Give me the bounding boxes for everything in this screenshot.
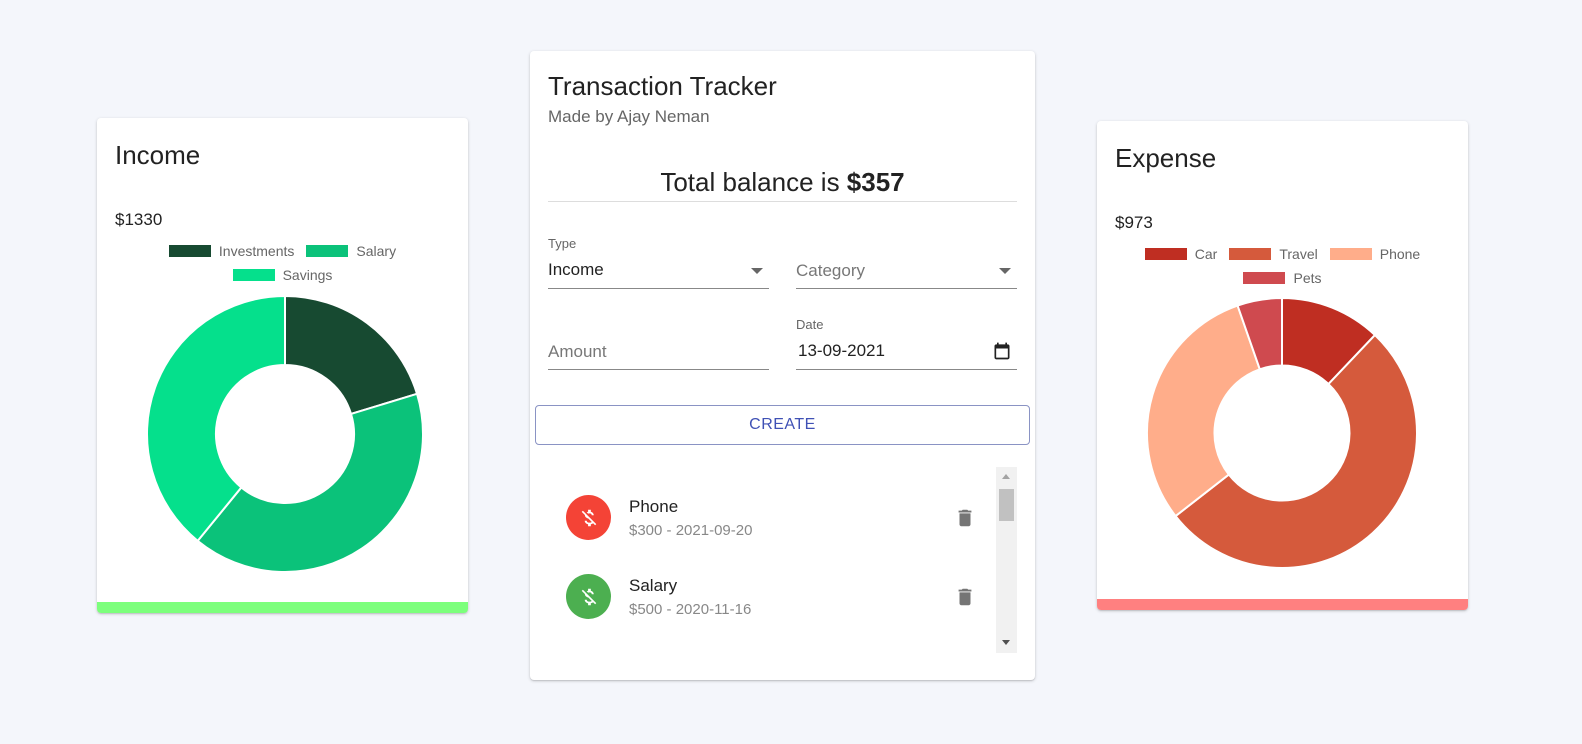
expense-bottom-bar [1097, 599, 1468, 610]
legend-item-car[interactable]: Car [1144, 246, 1218, 262]
scroll-up-arrow-icon[interactable] [1002, 474, 1010, 479]
list-item[interactable]: Phone $300 - 2021-09-20 [548, 485, 988, 555]
legend-label: Salary [356, 243, 397, 259]
legend-item-savings[interactable]: Savings [232, 267, 333, 283]
item-title: Salary [629, 576, 678, 595]
expense-amount: $973 [1115, 213, 1153, 232]
income-avatar [566, 574, 611, 619]
page-title: Transaction Tracker [548, 71, 777, 101]
category-select[interactable]: Category [796, 231, 1017, 289]
delete-icon[interactable] [954, 584, 976, 610]
transaction-list[interactable]: Phone $300 - 2021-09-20 Salary $500 - 20… [548, 467, 1017, 653]
transaction-tracker-card: Transaction Tracker Made by Ajay Neman T… [530, 51, 1035, 680]
income-legend: Investments Salary Savings [97, 239, 468, 287]
total-balance: Total balance is $357 [548, 167, 1017, 198]
type-select[interactable]: Type Income [548, 231, 769, 289]
legend-swatch [1144, 248, 1187, 260]
income-title: Income [115, 140, 201, 170]
balance-prefix: Total balance is [660, 167, 847, 197]
item-title: Phone [629, 497, 679, 516]
expense-card: Expense $973 Car Travel Phone Pets [1097, 121, 1468, 610]
donut-slice-phone[interactable] [1146, 304, 1262, 518]
list-scrollbar[interactable] [996, 467, 1017, 653]
date-input[interactable]: Date 13-09-2021 [796, 313, 1017, 370]
expense-title: Expense [1115, 143, 1217, 173]
create-button[interactable]: CREATE [535, 405, 1030, 445]
page-subtitle: Made by Ajay Neman [548, 107, 710, 126]
income-amount: $1330 [115, 210, 163, 229]
legend-label: Phone [1379, 246, 1421, 262]
legend-label: Pets [1293, 270, 1322, 286]
amount-placeholder: Amount [548, 342, 607, 361]
expense-avatar [566, 495, 611, 540]
expense-legend: Car Travel Phone Pets [1097, 242, 1468, 290]
legend-label: Savings [282, 267, 333, 283]
category-placeholder: Category [796, 261, 865, 280]
money-off-icon [581, 588, 596, 605]
legend-swatch [306, 245, 349, 257]
scroll-thumb[interactable] [999, 489, 1014, 521]
chevron-down-icon [999, 268, 1011, 274]
legend-item-travel[interactable]: Travel [1229, 246, 1318, 262]
income-donut-chart [146, 295, 424, 573]
item-detail: $500 - 2020-11-16 [629, 601, 752, 618]
chevron-down-icon [751, 268, 763, 274]
type-label: Type [548, 236, 577, 251]
legend-swatch [1243, 272, 1286, 284]
income-bottom-bar [97, 602, 468, 613]
balance-value: $357 [846, 167, 905, 197]
expense-donut-chart [1146, 297, 1418, 569]
divider [548, 201, 1017, 202]
legend-swatch [1229, 248, 1272, 260]
delete-icon[interactable] [954, 505, 976, 531]
date-value: 13-09-2021 [798, 341, 885, 360]
date-label: Date [796, 317, 824, 332]
income-card: Income $1330 Investments Salary Savings [97, 118, 468, 613]
list-item[interactable]: Salary $500 - 2020-11-16 [548, 564, 988, 634]
calendar-icon[interactable] [992, 341, 1012, 361]
legend-swatch [1329, 248, 1372, 260]
legend-swatch [168, 245, 211, 257]
legend-label: Investments [218, 243, 295, 259]
money-off-icon [581, 509, 596, 526]
item-detail: $300 - 2021-09-20 [629, 522, 753, 539]
legend-label: Car [1194, 246, 1218, 262]
legend-item-investments[interactable]: Investments [168, 243, 295, 259]
legend-label: Travel [1279, 246, 1318, 262]
scroll-down-arrow-icon[interactable] [1002, 640, 1010, 645]
donut-slice-investments[interactable] [284, 295, 419, 416]
legend-item-salary[interactable]: Salary [306, 243, 396, 259]
type-value: Income [548, 260, 604, 279]
legend-item-pets[interactable]: Pets [1243, 270, 1322, 286]
amount-input[interactable]: Amount [548, 313, 769, 370]
legend-item-phone[interactable]: Phone [1329, 246, 1421, 262]
legend-swatch [232, 269, 275, 281]
